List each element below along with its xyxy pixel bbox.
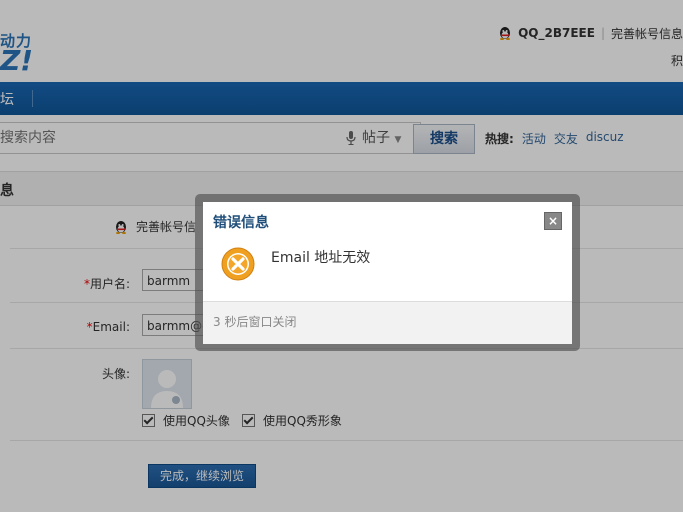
error-icon: [221, 247, 255, 281]
dialog-title: 错误信息: [213, 215, 269, 231]
dialog-footer: 3 秒后窗口关闭: [203, 301, 572, 344]
dialog-message: Email 地址无效: [271, 250, 371, 266]
auto-close-notice: 3 秒后窗口关闭: [213, 315, 297, 329]
error-dialog: 错误信息 × Email 地址无效 3 秒后窗口关闭: [203, 202, 572, 344]
close-icon[interactable]: ×: [544, 212, 562, 230]
